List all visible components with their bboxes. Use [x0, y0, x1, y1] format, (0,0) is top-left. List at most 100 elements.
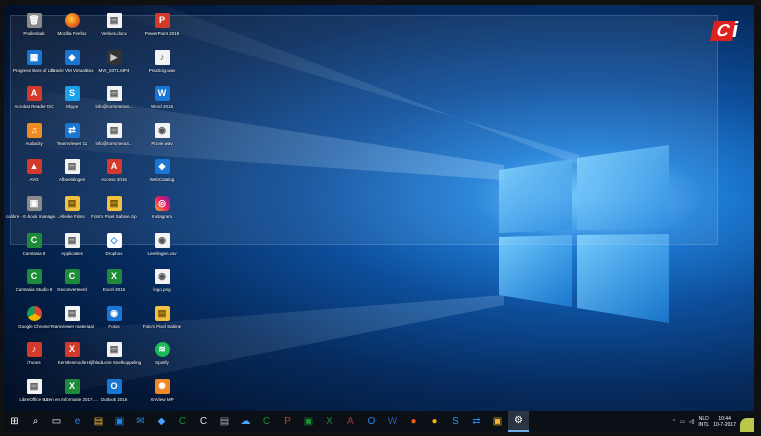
desktop-icon[interactable]: ◉ logo.png — [134, 269, 190, 303]
app-icon: ◉ — [154, 122, 170, 138]
app-icon: ✺ — [154, 379, 170, 394]
taskbar-app-doc-button[interactable]: ▤ — [214, 411, 235, 432]
app-chrome-icon: ● — [431, 416, 438, 427]
app-icon: ▤ — [64, 159, 80, 175]
app-icon: ▤ — [106, 196, 122, 211]
edge-icon: e — [74, 416, 81, 427]
desktop-icon-label: Spotify — [155, 360, 169, 366]
app-powerpoint-icon: P — [284, 416, 291, 427]
app-icon: C — [26, 232, 42, 248]
taskbar-search-button[interactable]: ⌕ — [25, 411, 46, 432]
app-icon: O — [106, 379, 122, 394]
app-icon: ▤ — [64, 196, 80, 211]
app-icon: ♫ — [26, 122, 42, 138]
app-icon: ♪ — [154, 49, 170, 65]
app-icon: ◆ — [64, 49, 80, 65]
app-icon: W — [154, 86, 170, 102]
taskbar-mail-button[interactable]: ✉ — [130, 411, 151, 432]
desktop-icon[interactable]: W Word 2016 — [134, 86, 190, 120]
taskbar-app-outlook-button[interactable]: O — [361, 411, 382, 432]
desktop-icon[interactable]: ◉ Leerlingen.csv — [134, 232, 190, 267]
app-icon — [26, 305, 42, 321]
app-access-icon: A — [347, 416, 354, 427]
desktop-icon[interactable]: ♪ Practicig.wav — [134, 49, 190, 84]
desktop-icon[interactable]: ◎ Instagram — [134, 196, 190, 230]
system-tray[interactable]: ⌃ ▭ ◁) NLD INTL 10:44 10-7-2017 — [672, 411, 736, 432]
desktop-icon-label: WebCatalog — [149, 177, 175, 183]
app-word-icon: W — [387, 416, 398, 427]
explorer-icon: ▤ — [93, 416, 104, 427]
app-icon: ◉ — [154, 269, 170, 285]
app-icon: ⇄ — [64, 122, 80, 138]
settings-icon: ⚙ — [514, 415, 523, 426]
search-icon: ⌕ — [32, 416, 39, 427]
app-skype-icon: S — [452, 416, 459, 427]
chevron-up-icon[interactable]: ⌃ — [672, 419, 676, 425]
taskbar-task-view-button[interactable]: ▭ — [46, 411, 67, 432]
app-icon: ▶ — [106, 49, 122, 65]
app-icon: S — [64, 86, 80, 102]
app-outlook-icon: O — [367, 416, 376, 427]
taskbar-app-chrome-button[interactable]: ● — [424, 411, 445, 432]
desktop-icon[interactable]: ▤ Foto's Pixel Sabine — [134, 305, 190, 340]
app-icon: ◇ — [106, 232, 122, 248]
app-icon: C — [26, 269, 42, 285]
app-icon: ≋ — [154, 342, 170, 358]
volume-icon[interactable]: ◁) — [689, 419, 695, 425]
desktop-icon[interactable]: ◆ WebCatalog — [134, 159, 190, 193]
taskbar-app-green-button[interactable]: C — [172, 411, 193, 432]
taskbar-app-camtasia-button[interactable]: C — [256, 411, 277, 432]
app-icon: ▣ — [26, 196, 42, 211]
app-icon: X — [64, 379, 80, 394]
start-icon: ⊞ — [10, 416, 19, 427]
app-icon: ◉ — [154, 232, 170, 248]
mail-icon: ✉ — [136, 416, 145, 427]
app-icon: ▤ — [106, 122, 122, 138]
app-icon: A — [106, 159, 122, 175]
app-icon: ▤ — [154, 305, 170, 321]
desktop-icon-label: logo.png — [153, 287, 171, 293]
taskbar-store-button[interactable]: ▣ — [109, 411, 130, 432]
taskbar-settings-button[interactable]: ⚙ — [508, 411, 529, 432]
network-icon[interactable]: ▭ — [680, 419, 685, 425]
app-icon: ◉ — [106, 305, 122, 321]
taskbar-explorer-button[interactable]: ▤ — [88, 411, 109, 432]
cursor-highlight — [740, 418, 754, 432]
app-icon: X — [64, 342, 80, 358]
app-icon: ▤ — [64, 305, 80, 321]
taskbar-app-green2-button[interactable]: ▣ — [298, 411, 319, 432]
taskbar-app-access-button[interactable]: A — [340, 411, 361, 432]
app-firefox-icon: ● — [410, 416, 417, 427]
taskbar-app-white-button[interactable]: C — [193, 411, 214, 432]
taskbar-app-excel-button[interactable]: X — [319, 411, 340, 432]
taskbar-app-firefox-button[interactable]: ● — [403, 411, 424, 432]
clock[interactable]: 10:44 10-7-2017 — [713, 416, 736, 428]
taskbar-app-photo-button[interactable]: ▣ — [487, 411, 508, 432]
desktop-icon[interactable]: ✺ XnView MP — [134, 379, 190, 413]
taskbar-app-teamviewer-button[interactable]: ⇄ — [466, 411, 487, 432]
taskbar-app-skype-button[interactable]: S — [445, 411, 466, 432]
desktop-icon-label: Instagram — [151, 214, 172, 219]
desktop-icon-label: Practicig.wav — [148, 67, 176, 73]
desktop[interactable]: 🗑 Prullenbak ▦ Progress Bars of Life A Acroba… — [4, 5, 754, 432]
app-icon: ▤ — [106, 13, 122, 28]
app-icon: ◎ — [154, 196, 170, 211]
taskbar-app-powerpoint-button[interactable]: P — [277, 411, 298, 432]
taskbar-app-word-button[interactable]: W — [382, 411, 403, 432]
app-camtasia-icon: C — [262, 416, 271, 427]
app-icon: ▤ — [64, 232, 80, 248]
desktop-icon-label: Word 2016 — [151, 104, 173, 110]
task-view-icon: ▭ — [51, 416, 62, 427]
taskbar-edge-button[interactable]: e — [67, 411, 88, 432]
app-excel-icon: X — [326, 416, 333, 427]
desktop-icon[interactable]: ◉ Pizvie.wav — [134, 122, 190, 157]
taskbar-app-cloud-button[interactable]: ☁ — [235, 411, 256, 432]
taskbar-start-button[interactable]: ⊞ — [4, 411, 25, 432]
taskbar-app-blue-button[interactable]: ◆ — [151, 411, 172, 432]
taskbar: ⊞ ⌕ ▭ e ▤ ▣ ✉ ◆ C C ▤ ☁ C P ▣ X A O W ● ● S ⇄ ▣ ⚙ ⌃ ▭ ◁) NLD INTL 10:4… — [4, 411, 754, 432]
app-icon: ◆ — [154, 159, 170, 175]
language-indicator[interactable]: NLD INTL — [698, 416, 709, 428]
desktop-icon[interactable]: P PowerPoint 2016 — [134, 13, 190, 47]
desktop-icon[interactable]: ≋ Spotify — [134, 342, 190, 376]
app-icon: 🗑 — [26, 13, 42, 28]
